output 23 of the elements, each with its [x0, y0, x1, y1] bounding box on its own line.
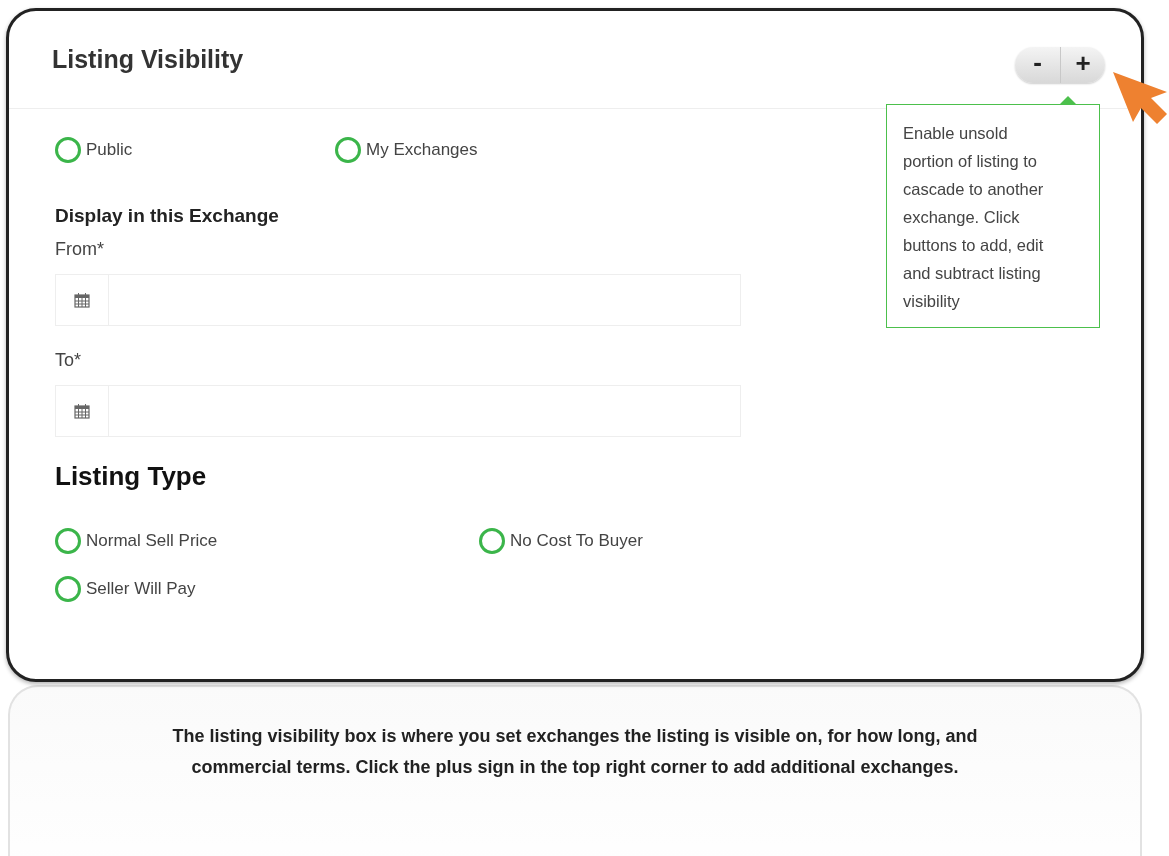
- panel-title: Listing Visibility: [52, 45, 244, 74]
- date-field[interactable]: [55, 274, 741, 326]
- radio-circle[interactable]: [479, 528, 505, 554]
- radio-circle[interactable]: [55, 528, 81, 554]
- date-field[interactable]: [55, 385, 741, 437]
- calendar-icon: [74, 292, 90, 308]
- radio-option[interactable]: My Exchanges: [335, 137, 741, 163]
- add-button[interactable]: +: [1060, 46, 1105, 83]
- radio-option[interactable]: No Cost To Buyer: [479, 528, 741, 554]
- remove-button[interactable]: -: [1015, 46, 1060, 83]
- radio-circle[interactable]: [335, 137, 361, 163]
- field-label: From*: [55, 239, 105, 260]
- tooltip: Enable unsold portion of listing to cascade to another exchange. Click buttons to add, edit and subtract listing visibility: [886, 104, 1100, 328]
- section-heading: Display in this Exchange: [55, 205, 280, 227]
- radio-circle[interactable]: [55, 576, 81, 602]
- radio-option[interactable]: Seller Will Pay: [55, 576, 479, 602]
- radio-circle[interactable]: [55, 137, 81, 163]
- section-heading: Listing Type: [55, 461, 208, 492]
- radio-option[interactable]: Normal Sell Price: [55, 528, 479, 554]
- radio-option[interactable]: Public: [55, 137, 335, 163]
- field-label: To*: [55, 350, 82, 371]
- caption: The listing visibility box is where you set exchanges the listing is visible on, for how long, and commercial terms. Click the plus sign in the top right corner to add additional exchanges.: [171, 725, 979, 779]
- calendar-icon: [74, 403, 90, 419]
